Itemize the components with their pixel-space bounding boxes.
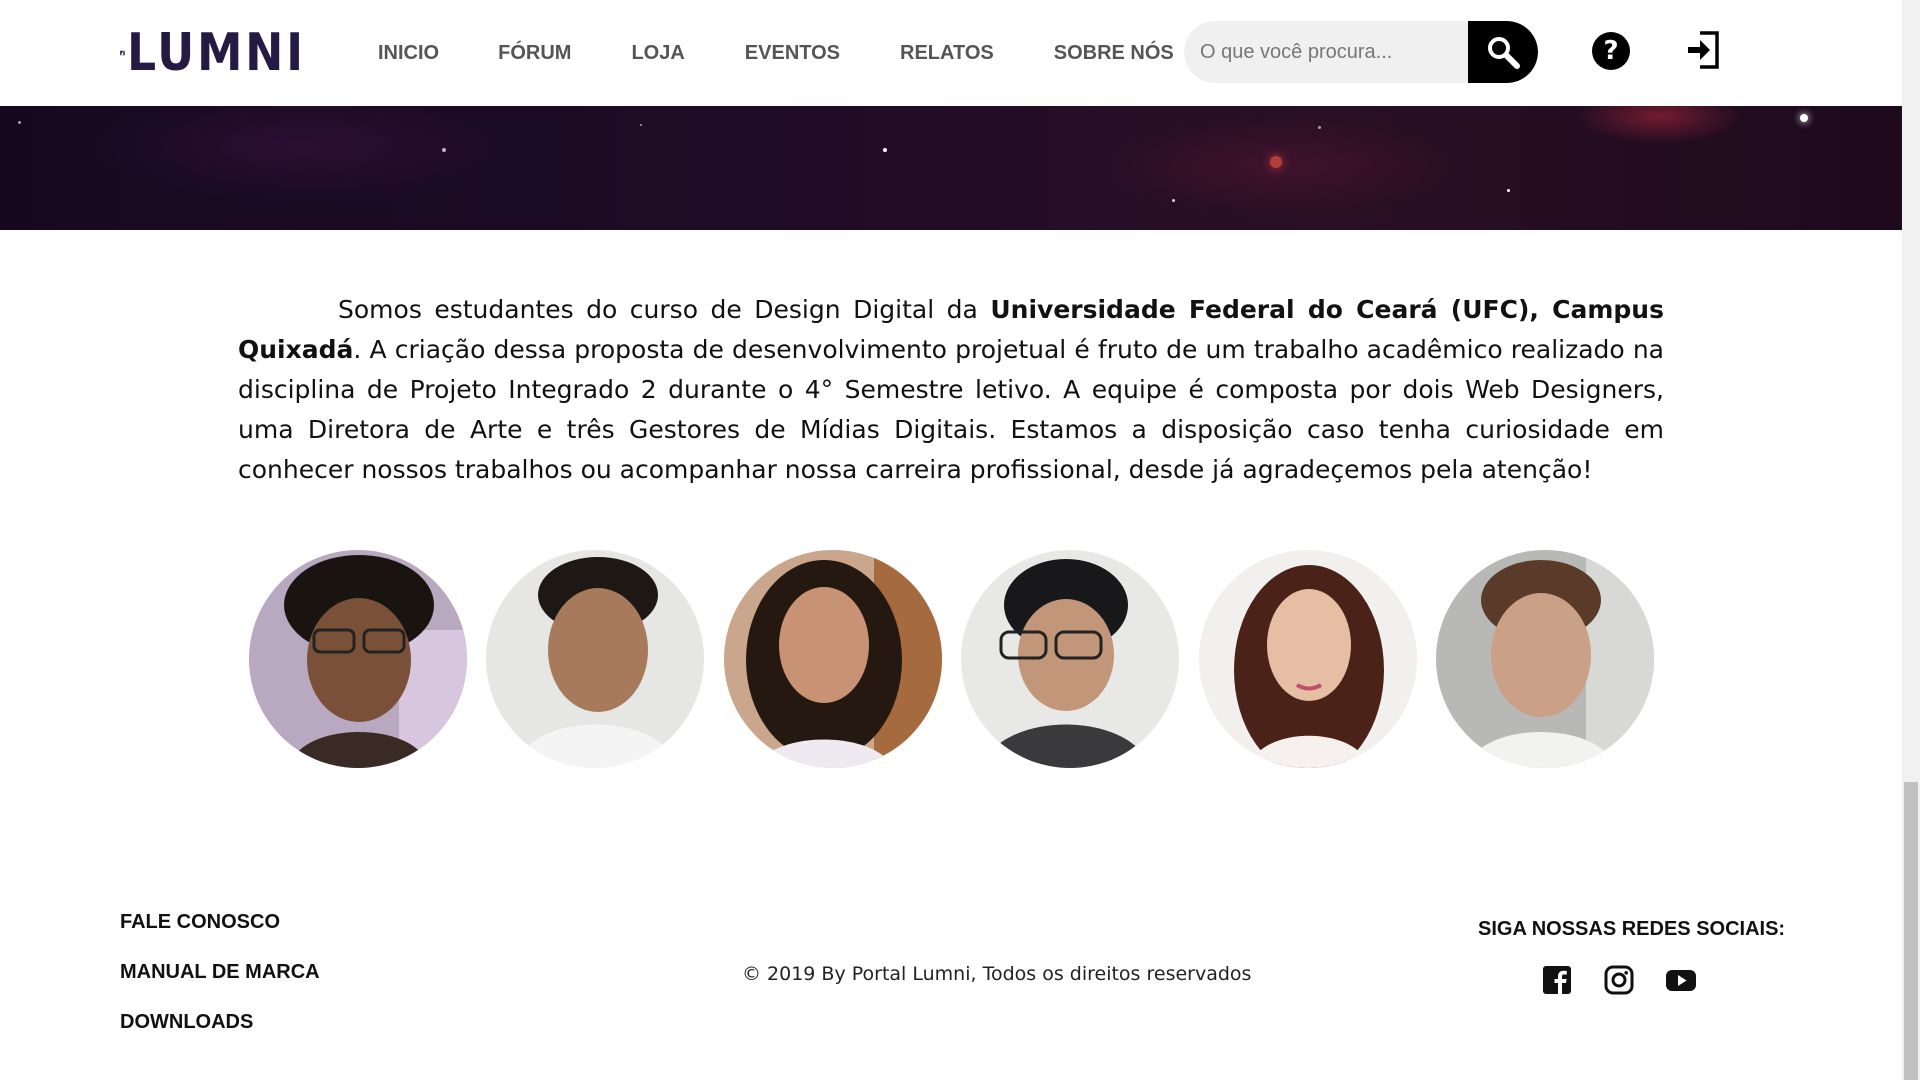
team-member-photo[interactable] [724,550,942,768]
search-icon [1488,37,1520,69]
instagram-icon[interactable] [1604,965,1634,995]
search-button[interactable] [1468,21,1538,83]
footer-link-downloads[interactable]: DOWNLOADS [120,1010,320,1034]
search-bar [1184,21,1538,83]
avatar [724,550,942,768]
avatar [1436,550,1654,768]
search-input[interactable] [1184,21,1468,83]
site-header: LUMNI INICIO FÓRUM LOJA EVENTOS RELATOS … [0,0,1902,106]
social-links [1542,965,1696,995]
team-member-photo[interactable] [961,550,1179,768]
footer-link-fale-conosco[interactable]: FALE CONOSCO [120,910,320,934]
about-text-start: Somos estudantes do curso de Design Digi… [338,295,991,324]
avatar [249,550,467,768]
footer-link-manual-de-marca[interactable]: MANUAL DE MARCA [120,960,320,984]
team-member-photo[interactable] [249,550,467,768]
hero-banner [0,106,1902,230]
copyright-text: © 2019 By Portal Lumni, Todos os direito… [742,963,1252,985]
help-icon: ? [1603,36,1619,66]
team-member-photo[interactable] [1436,550,1654,768]
logo-wordmark: LUMNI [126,23,306,83]
nav-sobre-nos[interactable]: SOBRE NÓS [1054,40,1174,66]
team-member-photo[interactable] [486,550,704,768]
nav-relatos[interactable]: RELATOS [900,40,994,66]
help-button[interactable]: ? [1592,32,1630,70]
site-logo[interactable]: LUMNI [120,26,330,80]
avatar [486,550,704,768]
about-text-end: . A criação dessa proposta de desenvolvi… [238,335,1664,484]
nav-inicio[interactable]: INICIO [378,40,439,66]
main-nav: INICIO FÓRUM LOJA EVENTOS RELATOS SOBRE … [378,40,1174,66]
lumni-logo-icon [120,50,125,56]
team-member-photo[interactable] [1199,550,1417,768]
footer-links: FALE CONOSCO MANUAL DE MARCA DOWNLOADS [120,910,320,1060]
avatar [1199,550,1417,768]
about-paragraph: Somos estudantes do curso de Design Digi… [238,290,1664,490]
login-icon[interactable] [1686,30,1720,70]
scrollbar-thumb[interactable] [1904,782,1918,1080]
nav-forum[interactable]: FÓRUM [498,40,571,66]
team-members [0,550,1902,768]
nav-loja[interactable]: LOJA [631,40,684,66]
social-title: SIGA NOSSAS REDES SOCIAIS: [1478,918,1786,940]
facebook-icon[interactable] [1542,965,1572,995]
nav-eventos[interactable]: EVENTOS [745,40,840,66]
youtube-icon[interactable] [1666,965,1696,995]
avatar [961,550,1179,768]
